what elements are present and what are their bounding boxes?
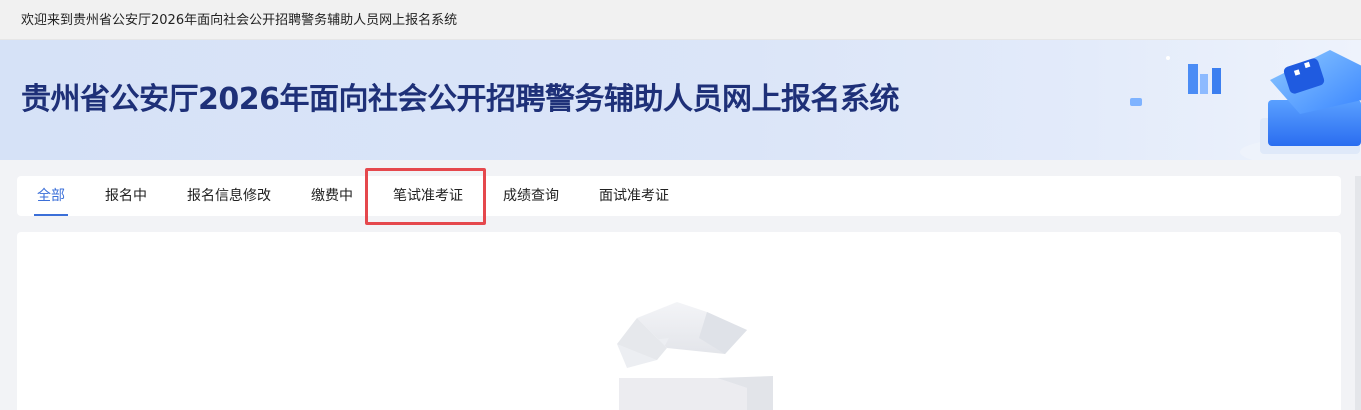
banner-decoration-icon [1130, 50, 1361, 160]
welcome-text: 欢迎来到贵州省公安厅2026年面向社会公开招聘警务辅助人员网上报名系统 [21, 13, 458, 28]
empty-box-icon [617, 302, 773, 410]
status-tabs: 全部 报名中 报名信息修改 缴费中 笔试准考证 成绩查询 面试准考证 [17, 176, 1341, 216]
tab-edit-registration[interactable]: 报名信息修改 [187, 176, 271, 216]
content-panel [17, 232, 1341, 410]
scrollbar[interactable] [1355, 176, 1361, 410]
header-banner: 贵州省公安厅2026年面向社会公开招聘警务辅助人员网上报名系统 [0, 40, 1361, 160]
top-welcome-bar: 欢迎来到贵州省公安厅2026年面向社会公开招聘警务辅助人员网上报名系统 [0, 0, 1361, 40]
tab-interview-ticket[interactable]: 面试准考证 [599, 176, 669, 216]
tab-paying[interactable]: 缴费中 [311, 176, 353, 216]
tab-all[interactable]: 全部 [34, 176, 68, 216]
page-title: 贵州省公安厅2026年面向社会公开招聘警务辅助人员网上报名系统 [21, 82, 900, 117]
tab-written-exam-ticket[interactable]: 笔试准考证 [393, 176, 463, 216]
tab-score-query[interactable]: 成绩查询 [503, 176, 559, 216]
tab-registering[interactable]: 报名中 [105, 176, 147, 216]
